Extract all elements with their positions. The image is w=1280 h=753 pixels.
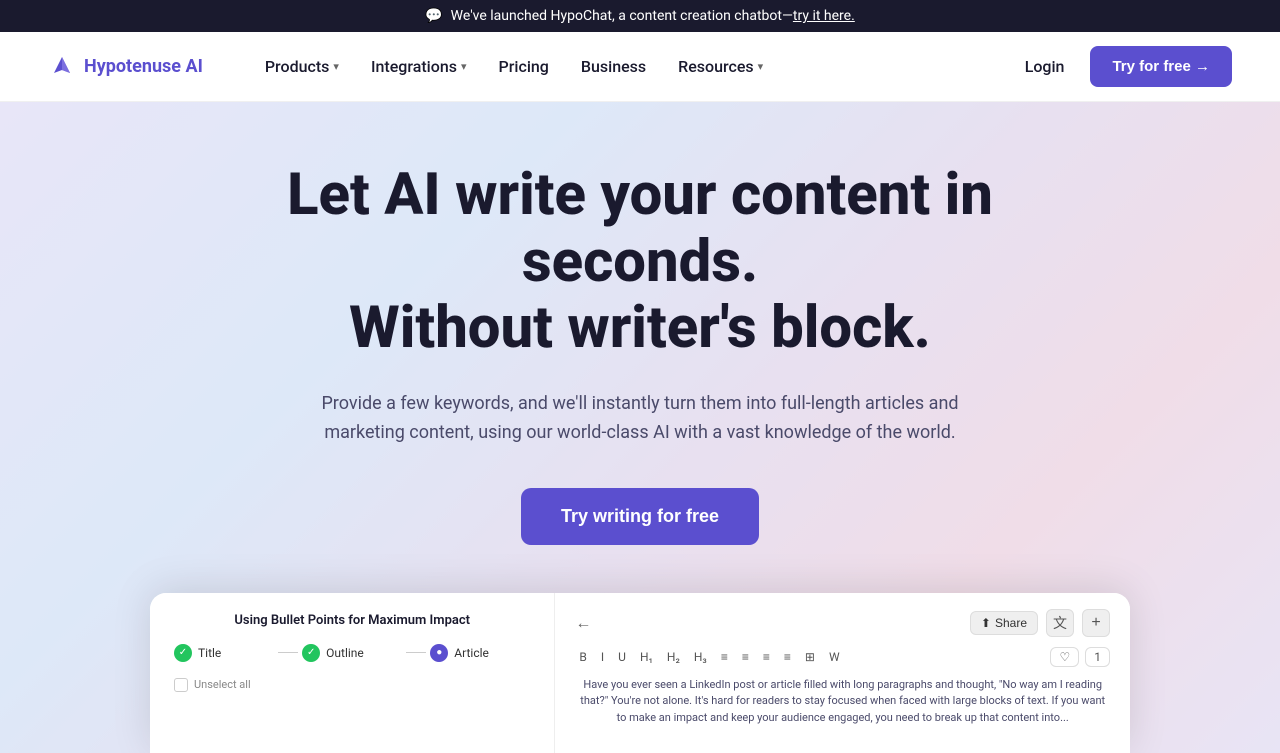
hero-subtitle: Provide a few keywords, and we'll instan… — [300, 390, 980, 448]
count-select[interactable]: 1 — [1085, 647, 1110, 667]
nav-label-pricing: Pricing — [499, 57, 549, 76]
bold-button[interactable]: B — [575, 648, 590, 666]
nav-links: Products ▾ Integrations ▾ Pricing Busine… — [251, 49, 1011, 84]
step-line-1 — [278, 652, 298, 653]
cta-button[interactable]: Try writing for free — [521, 488, 759, 545]
step-line-2 — [406, 652, 426, 653]
hero-title: Let AI write your content in seconds. Wi… — [190, 162, 1090, 362]
navbar: Hypotenuse AI Products ▾ Integrations ▾ … — [0, 32, 1280, 102]
step-article: ● Article — [430, 644, 530, 662]
chevron-down-icon: ▾ — [333, 60, 339, 73]
login-button[interactable]: Login — [1011, 49, 1079, 84]
preview-body-text: Have you ever seen a LinkedIn post or ar… — [575, 677, 1110, 727]
step-title-icon: ✓ — [174, 644, 192, 662]
share-button[interactable]: ⬆ Share — [970, 611, 1038, 635]
word-button[interactable]: W — [825, 648, 844, 666]
nav-label-business: Business — [581, 57, 646, 76]
unselect-checkbox[interactable] — [174, 678, 188, 692]
nav-item-resources[interactable]: Resources ▾ — [664, 49, 777, 84]
share-label: Share — [995, 616, 1027, 630]
step-outline: ✓ Outline — [302, 644, 402, 662]
chevron-down-icon: ▾ — [461, 60, 467, 73]
editor-toolbar: B I U H₁ H₂ H₃ ≡ ≡ ≡ ≡ ⊞ W ♡ 1 — [575, 647, 1110, 667]
list-button-3[interactable]: ≡ — [759, 648, 774, 666]
step-article-icon: ● — [430, 644, 448, 662]
step-outline-label: Outline — [326, 646, 364, 660]
h2-button[interactable]: H₂ — [663, 648, 684, 666]
hero-section: Let AI write your content in seconds. Wi… — [0, 102, 1280, 753]
preview-right-panel: ← ⬆ Share 文 + B I U H₁ H₂ H₃ ≡ ≡ — [555, 593, 1130, 753]
progress-steps: ✓ Title ✓ Outline ● Article — [174, 644, 530, 662]
add-button[interactable]: + — [1082, 609, 1110, 637]
share-icon: ⬆ — [981, 616, 991, 630]
preview-card: Using Bullet Points for Maximum Impact ✓… — [150, 593, 1130, 753]
underline-button[interactable]: U — [614, 648, 630, 666]
step-article-label: Article — [454, 646, 489, 660]
toolbar-right: ⬆ Share 文 + — [970, 609, 1110, 637]
try-free-button[interactable]: Try for free → — [1090, 46, 1232, 87]
announcement-bar: 💬 We've launched HypoChat, a content cre… — [0, 0, 1280, 32]
announcement-link[interactable]: try it here. — [793, 8, 855, 24]
unselect-label: Unselect all — [194, 678, 251, 691]
nav-label-integrations: Integrations — [371, 57, 457, 76]
unselect-row: Unselect all — [174, 678, 530, 692]
nav-label-products: Products — [265, 57, 330, 76]
nav-label-resources: Resources — [678, 57, 754, 76]
logo-icon — [48, 53, 76, 81]
nav-item-products[interactable]: Products ▾ — [251, 49, 353, 84]
preview-document-title: Using Bullet Points for Maximum Impact — [174, 613, 530, 628]
nav-item-integrations[interactable]: Integrations ▾ — [357, 49, 481, 84]
translate-button[interactable]: 文 — [1046, 609, 1074, 637]
h3-button[interactable]: H₃ — [690, 648, 711, 666]
nav-item-business[interactable]: Business — [567, 49, 660, 84]
grid-button[interactable]: ⊞ — [801, 648, 819, 666]
nav-item-pricing[interactable]: Pricing — [485, 49, 563, 84]
italic-button[interactable]: I — [597, 648, 608, 666]
preview-left-panel: Using Bullet Points for Maximum Impact ✓… — [150, 593, 555, 753]
h1-button[interactable]: H₁ — [636, 648, 657, 666]
nav-right: Login Try for free → — [1011, 46, 1232, 87]
heart-icon: ♡ — [1059, 650, 1070, 664]
list-button-2[interactable]: ≡ — [738, 648, 753, 666]
logo[interactable]: Hypotenuse AI — [48, 53, 203, 81]
announcement-text: We've launched HypoChat, a content creat… — [451, 8, 855, 24]
list-button-4[interactable]: ≡ — [780, 648, 795, 666]
logo-text: Hypotenuse AI — [84, 56, 203, 77]
announcement-icon: 💬 — [425, 8, 442, 24]
list-button-1[interactable]: ≡ — [717, 648, 732, 666]
right-toolbar: ← ⬆ Share 文 + — [575, 609, 1110, 637]
step-title: ✓ Title — [174, 644, 274, 662]
back-button[interactable]: ← — [575, 613, 591, 633]
heart-counter: ♡ — [1050, 647, 1079, 667]
chevron-down-icon: ▾ — [758, 60, 764, 73]
step-title-label: Title — [198, 646, 221, 660]
step-outline-icon: ✓ — [302, 644, 320, 662]
